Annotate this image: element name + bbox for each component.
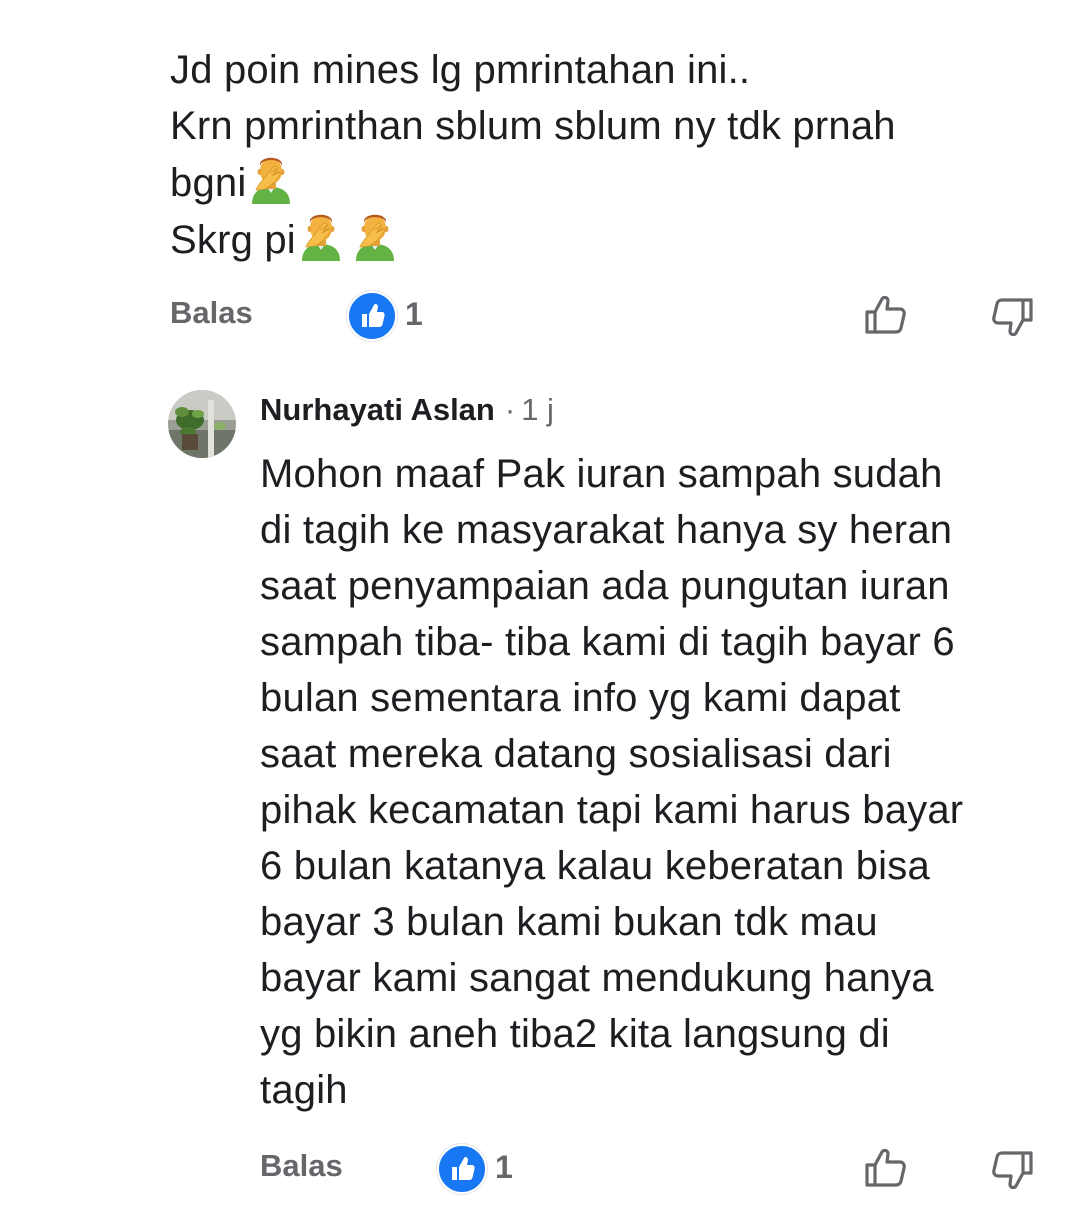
comment-line: yg bikin aneh tiba2 kita langsung di — [260, 1012, 890, 1056]
comment-line: bulan sementara info yg kami dapat — [260, 676, 901, 720]
comment-line: sampah tiba- tiba kami di tagih bayar 6 — [260, 620, 955, 664]
comment-line: Skrg pi — [170, 211, 896, 268]
man-facepalming-emoji — [352, 211, 398, 261]
reply-button[interactable]: Balas — [170, 293, 253, 333]
comment-line: saat mereka datang sosialisasi dari — [260, 732, 892, 776]
comment-line: tagih — [260, 1068, 348, 1112]
comment-line: bayar kami sangat mendukung hanya — [260, 956, 934, 1000]
comment-header: Nurhayati Aslan · 1 j — [260, 390, 554, 430]
comment-line: Krn pmrinthan sblum sblum ny tdk prnah — [170, 104, 896, 148]
first-comment-actions: Balas 1 — [0, 291, 1080, 341]
man-facepalming-emoji — [248, 154, 294, 204]
second-comment-actions: Balas 1 — [0, 1144, 1080, 1194]
comment-line: di tagih ke masyarakat hanya sy heran — [260, 508, 953, 552]
timestamp[interactable]: 1 j — [521, 392, 554, 427]
thumbs-up-icon[interactable] — [862, 291, 910, 339]
avatar[interactable] — [168, 390, 236, 458]
thumbs-up-icon[interactable] — [862, 1144, 910, 1192]
comment-line: saat penyampaian ada pungutan iuran — [260, 564, 950, 608]
comment-line: Mohon maaf Pak iuran sampah sudah — [260, 452, 943, 496]
thumbs-down-icon[interactable] — [988, 293, 1036, 341]
comment-line: bgni — [170, 154, 896, 211]
like-reaction-icon[interactable] — [437, 1144, 487, 1194]
like-count: 1 — [405, 296, 423, 332]
first-comment-body: Jd poin mines lg pmrintahan ini.. Krn pm… — [170, 42, 896, 268]
reply-button[interactable]: Balas — [260, 1146, 343, 1186]
man-facepalming-emoji — [298, 211, 344, 261]
like-count: 1 — [495, 1149, 513, 1185]
author-name[interactable]: Nurhayati Aslan — [260, 392, 495, 427]
second-comment-body: Mohon maaf Pak iuran sampah sudah di tag… — [260, 446, 963, 1118]
comment-line: pihak kecamatan tapi kami harus bayar — [260, 788, 964, 832]
comment-line: bayar 3 bulan kami bukan tdk mau — [260, 900, 878, 944]
separator: · — [504, 392, 516, 427]
comment-line: Jd poin mines lg pmrintahan ini.. — [170, 48, 751, 92]
like-reaction-icon[interactable] — [347, 291, 397, 341]
comment-line: 6 bulan katanya kalau keberatan bisa — [260, 844, 930, 888]
thumbs-down-icon[interactable] — [988, 1146, 1036, 1194]
